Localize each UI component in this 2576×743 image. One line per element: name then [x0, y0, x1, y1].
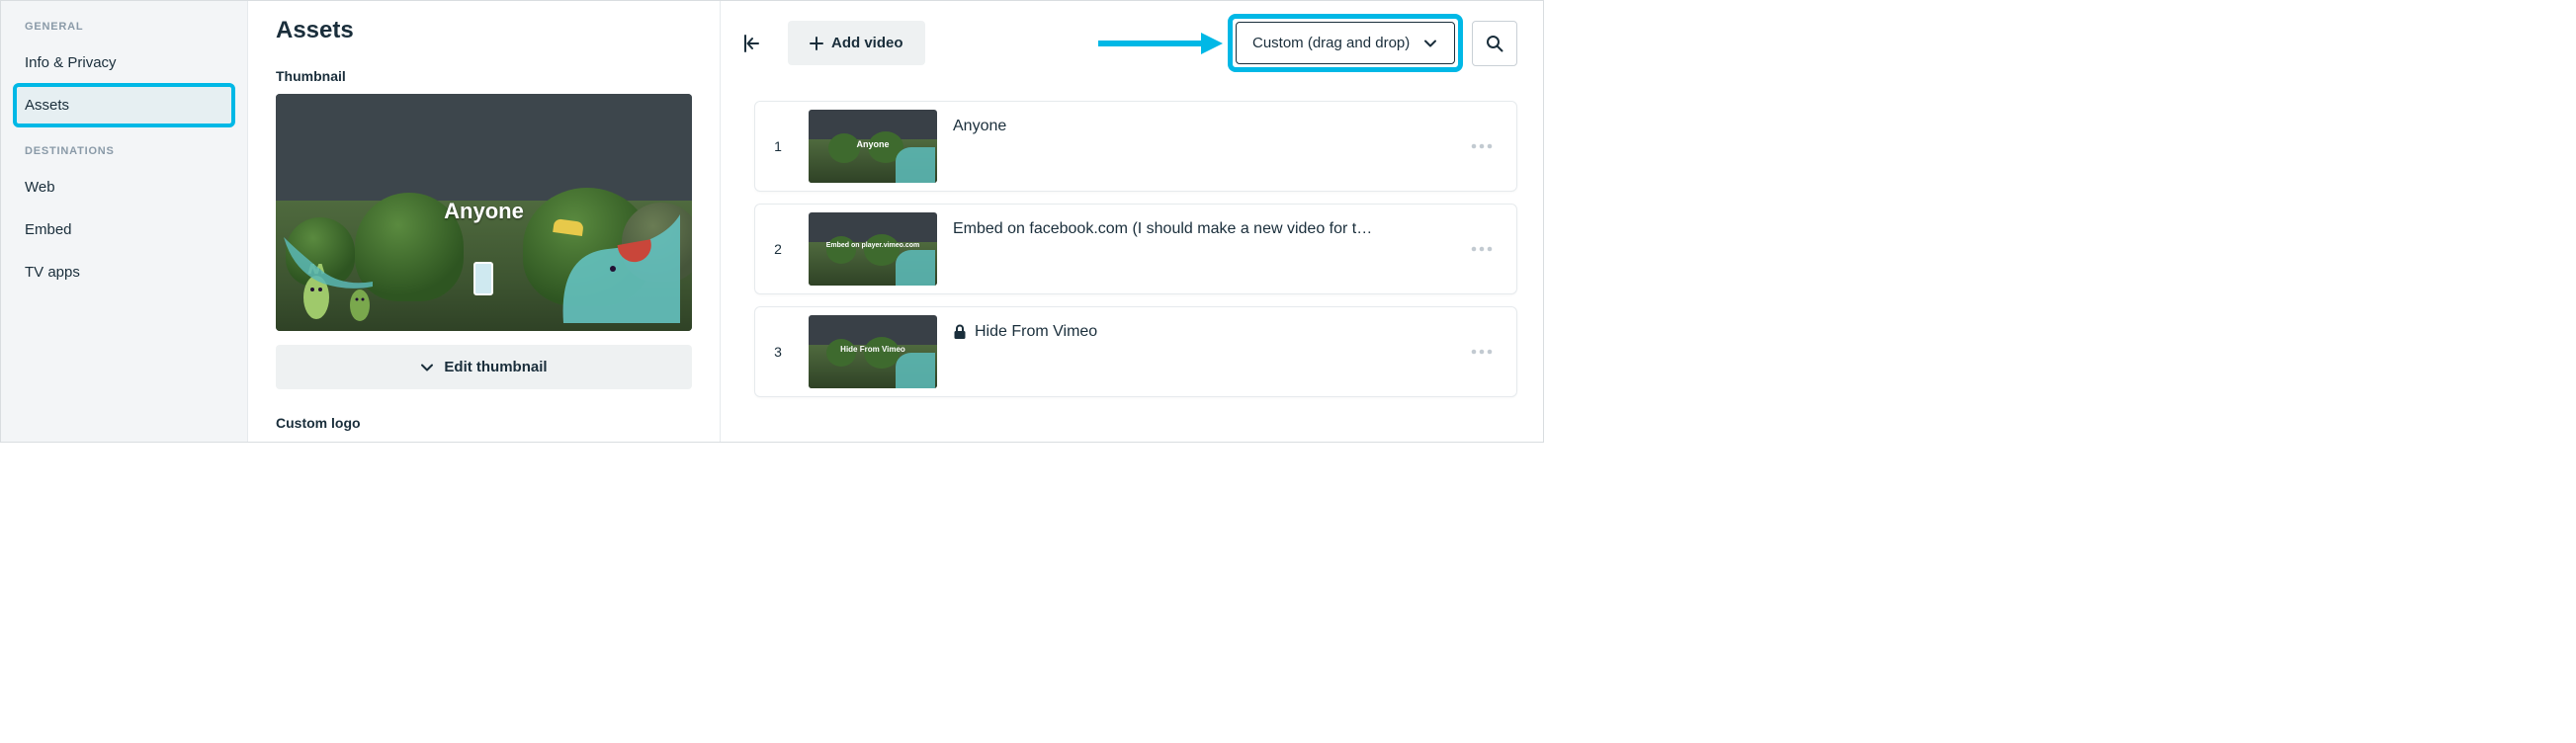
sidebar-item-embed[interactable]: Embed: [15, 209, 233, 250]
video-thumbnail: Embed on player.vimeo.com: [809, 212, 937, 286]
video-index: 1: [763, 138, 793, 154]
video-thumb-label: Hide From Vimeo: [809, 345, 937, 354]
collapse-left-icon: [740, 33, 762, 54]
thumbnail-section-label: Thumbnail: [276, 68, 692, 84]
lock-icon: [953, 324, 967, 340]
sidebar-item-info-privacy[interactable]: Info & Privacy: [15, 42, 233, 83]
middle-panel: Assets Thumbnail Anyone Edit thu: [248, 1, 721, 442]
chevron-down-icon: [1423, 37, 1437, 50]
more-horizontal-icon: [1471, 246, 1493, 252]
video-thumb-label: Anyone: [809, 139, 937, 149]
video-more-button[interactable]: [1465, 137, 1499, 155]
thumbnail-overlay-text: Anyone: [276, 199, 692, 224]
custom-logo-section-label: Custom logo: [276, 415, 692, 431]
sidebar-section-general: GENERAL: [15, 17, 233, 42]
sidebar: GENERAL Info & Privacy Assets DESTINATIO…: [1, 1, 248, 442]
sidebar-item-web[interactable]: Web: [15, 167, 233, 207]
plus-icon: [810, 37, 823, 50]
chevron-down-icon: [420, 361, 434, 374]
search-button[interactable]: [1472, 21, 1517, 66]
right-toolbar: Add video Custom (drag and drop): [738, 19, 1517, 67]
right-panel: Add video Custom (drag and drop): [721, 1, 1543, 442]
sidebar-item-tv-apps[interactable]: TV apps: [15, 252, 233, 292]
sort-dropdown-label: Custom (drag and drop): [1252, 35, 1410, 51]
edit-thumbnail-button[interactable]: Edit thumbnail: [276, 345, 692, 389]
sort-dropdown[interactable]: Custom (drag and drop): [1236, 22, 1455, 64]
edit-thumbnail-label: Edit thumbnail: [444, 359, 547, 375]
sidebar-item-assets[interactable]: Assets: [15, 85, 233, 125]
annotation-arrow: [1094, 27, 1223, 60]
video-thumbnail: Hide From Vimeo: [809, 315, 937, 388]
video-thumbnail: Anyone: [809, 110, 937, 183]
video-item[interactable]: 3 Hide From Vimeo Hide From Vimeo: [754, 306, 1517, 397]
video-index: 2: [763, 241, 793, 257]
add-video-label: Add video: [831, 35, 903, 51]
video-item[interactable]: 2 Embed on player.vimeo.com Embed on fac…: [754, 204, 1517, 294]
video-title: Embed on facebook.com (I should make a n…: [953, 212, 1449, 238]
video-more-button[interactable]: [1465, 343, 1499, 361]
video-thumb-label: Embed on player.vimeo.com: [809, 242, 937, 249]
sidebar-section-destinations: DESTINATIONS: [15, 141, 233, 167]
more-horizontal-icon: [1471, 349, 1493, 355]
add-video-button[interactable]: Add video: [788, 21, 925, 65]
collapse-panel-button[interactable]: [734, 27, 768, 60]
video-list: 1 Anyone Anyone 2: [738, 101, 1517, 397]
video-title: Hide From Vimeo: [953, 315, 1449, 341]
page-title: Assets: [276, 17, 692, 44]
video-title: Anyone: [953, 110, 1449, 135]
thumbnail-preview: Anyone: [276, 94, 692, 331]
more-horizontal-icon: [1471, 143, 1493, 149]
video-more-button[interactable]: [1465, 240, 1499, 258]
video-item[interactable]: 1 Anyone Anyone: [754, 101, 1517, 192]
sort-dropdown-highlight: Custom (drag and drop): [1233, 19, 1458, 67]
search-icon: [1486, 35, 1503, 52]
video-index: 3: [763, 344, 793, 360]
